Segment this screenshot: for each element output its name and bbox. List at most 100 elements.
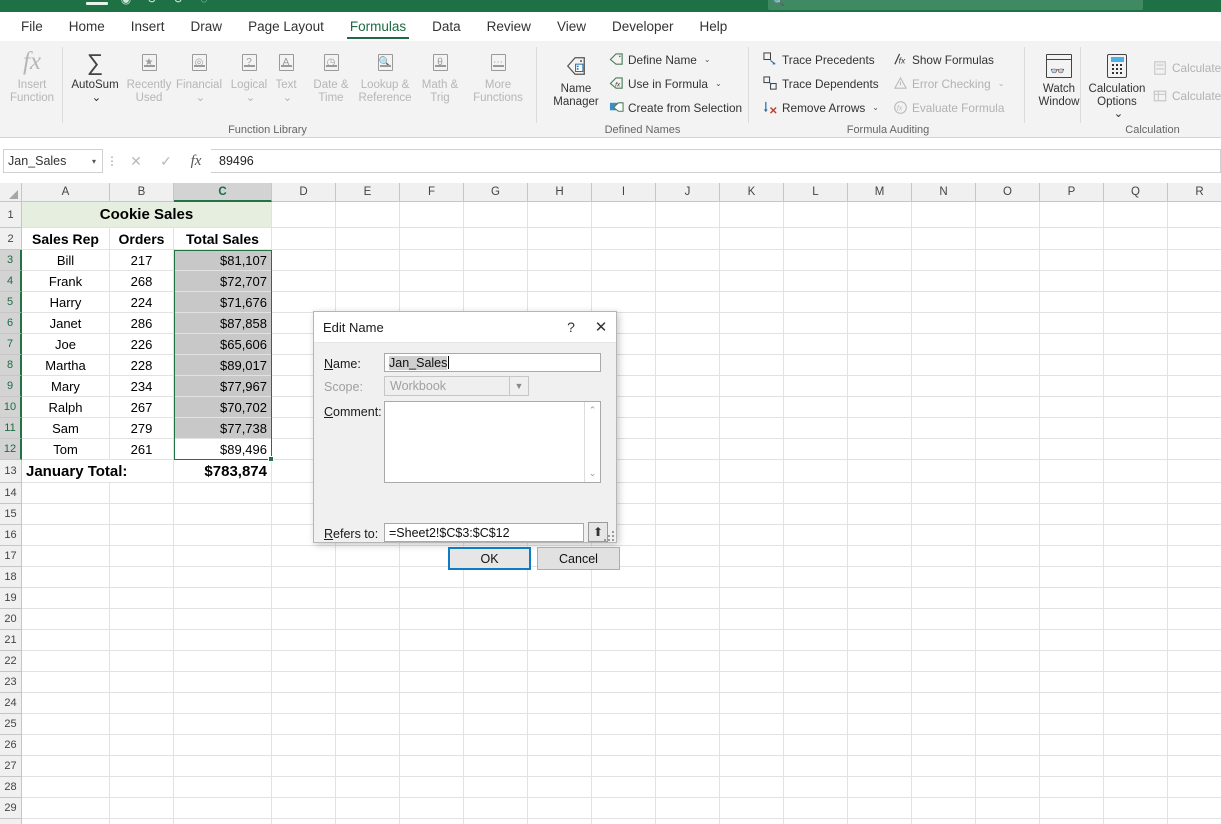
column-header-H[interactable]: H [528, 183, 592, 202]
cell-P27[interactable] [1040, 756, 1104, 777]
cell-J11[interactable] [656, 418, 720, 439]
cell-K7[interactable] [720, 334, 784, 355]
cell-A12[interactable]: Tom [22, 439, 110, 460]
cell-C28[interactable] [174, 777, 272, 798]
cell-K20[interactable] [720, 609, 784, 630]
cell-H21[interactable] [528, 630, 592, 651]
cell-P4[interactable] [1040, 271, 1104, 292]
cell-L27[interactable] [784, 756, 848, 777]
cell-R3[interactable] [1168, 250, 1221, 271]
cell-L29[interactable] [784, 798, 848, 819]
cell-C2[interactable]: Total Sales [174, 228, 272, 250]
cell-P3[interactable] [1040, 250, 1104, 271]
tab-help[interactable]: Help [687, 12, 741, 41]
cell-O30[interactable] [976, 819, 1040, 824]
column-header-Q[interactable]: Q [1104, 183, 1168, 202]
cell-C12[interactable]: $89,496 [174, 439, 272, 460]
row-header-25[interactable]: 25 [0, 714, 22, 735]
cell-B3[interactable]: 217 [110, 250, 174, 271]
cell-K2[interactable] [720, 228, 784, 250]
column-header-I[interactable]: I [592, 183, 656, 202]
cell-D17[interactable] [272, 546, 336, 567]
cell-B9[interactable]: 234 [110, 376, 174, 397]
cell-C18[interactable] [174, 567, 272, 588]
cell-Q8[interactable] [1104, 355, 1168, 376]
cell-R11[interactable] [1168, 418, 1221, 439]
cell-E28[interactable] [336, 777, 400, 798]
cell-E4[interactable] [336, 271, 400, 292]
cell-B24[interactable] [110, 693, 174, 714]
cell-N19[interactable] [912, 588, 976, 609]
cell-L9[interactable] [784, 376, 848, 397]
cell-O5[interactable] [976, 292, 1040, 313]
row-header-5[interactable]: 5 [0, 292, 22, 313]
help-icon[interactable]: ? [556, 312, 586, 343]
cell-A22[interactable] [22, 651, 110, 672]
cell-C21[interactable] [174, 630, 272, 651]
calculate-sheet-button[interactable]: Calculate Sheet [1152, 85, 1221, 106]
cell-Q16[interactable] [1104, 525, 1168, 546]
ok-button[interactable]: OK [448, 547, 531, 570]
cell-H19[interactable] [528, 588, 592, 609]
cell-C5[interactable]: $71,676 [174, 292, 272, 313]
cell-I30[interactable] [592, 819, 656, 824]
cell-B19[interactable] [110, 588, 174, 609]
enter-icon[interactable]: ✓ [151, 149, 181, 173]
cell-A11[interactable]: Sam [22, 418, 110, 439]
cell-L15[interactable] [784, 504, 848, 525]
cell-Q4[interactable] [1104, 271, 1168, 292]
cell-A19[interactable] [22, 588, 110, 609]
cell-N7[interactable] [912, 334, 976, 355]
cell-J17[interactable] [656, 546, 720, 567]
cell-O29[interactable] [976, 798, 1040, 819]
cell-F25[interactable] [400, 714, 464, 735]
cell-R15[interactable] [1168, 504, 1221, 525]
cell-M25[interactable] [848, 714, 912, 735]
cell-K14[interactable] [720, 483, 784, 504]
cell-O26[interactable] [976, 735, 1040, 756]
cell-M15[interactable] [848, 504, 912, 525]
redo-icon[interactable]: ↻ [170, 0, 186, 7]
cell-R17[interactable] [1168, 546, 1221, 567]
cell-O23[interactable] [976, 672, 1040, 693]
column-header-C[interactable]: C [174, 183, 272, 202]
comment-scrollbar[interactable]: ⌃ ⌄ [584, 402, 600, 482]
cell-F2[interactable] [400, 228, 464, 250]
cell-K16[interactable] [720, 525, 784, 546]
cell-C11[interactable]: $77,738 [174, 418, 272, 439]
cell-M11[interactable] [848, 418, 912, 439]
cell-I3[interactable] [592, 250, 656, 271]
cell-R29[interactable] [1168, 798, 1221, 819]
cell-R19[interactable] [1168, 588, 1221, 609]
cell-B8[interactable]: 228 [110, 355, 174, 376]
cell-E1[interactable] [336, 202, 400, 228]
cell-G27[interactable] [464, 756, 528, 777]
cell-O24[interactable] [976, 693, 1040, 714]
cell-P26[interactable] [1040, 735, 1104, 756]
cell-Q11[interactable] [1104, 418, 1168, 439]
cell-G23[interactable] [464, 672, 528, 693]
cell-A14[interactable] [22, 483, 110, 504]
cell-R16[interactable] [1168, 525, 1221, 546]
cell-B30[interactable] [110, 819, 174, 824]
cell-G20[interactable] [464, 609, 528, 630]
cell-K23[interactable] [720, 672, 784, 693]
calculation-options-button[interactable]: Calculation Options ⌄ [1084, 49, 1150, 121]
cell-J5[interactable] [656, 292, 720, 313]
cell-A6[interactable]: Janet [22, 313, 110, 334]
cell-H30[interactable] [528, 819, 592, 824]
row-header-21[interactable]: 21 [0, 630, 22, 651]
cell-J26[interactable] [656, 735, 720, 756]
cell-C27[interactable] [174, 756, 272, 777]
cell-D3[interactable] [272, 250, 336, 271]
cell-N29[interactable] [912, 798, 976, 819]
cell-O15[interactable] [976, 504, 1040, 525]
cell-N9[interactable] [912, 376, 976, 397]
cell-L28[interactable] [784, 777, 848, 798]
cell-N25[interactable] [912, 714, 976, 735]
scroll-up-icon[interactable]: ⌃ [589, 405, 597, 416]
cell-E19[interactable] [336, 588, 400, 609]
cell-M7[interactable] [848, 334, 912, 355]
cell-I20[interactable] [592, 609, 656, 630]
cell-A10[interactable]: Ralph [22, 397, 110, 418]
